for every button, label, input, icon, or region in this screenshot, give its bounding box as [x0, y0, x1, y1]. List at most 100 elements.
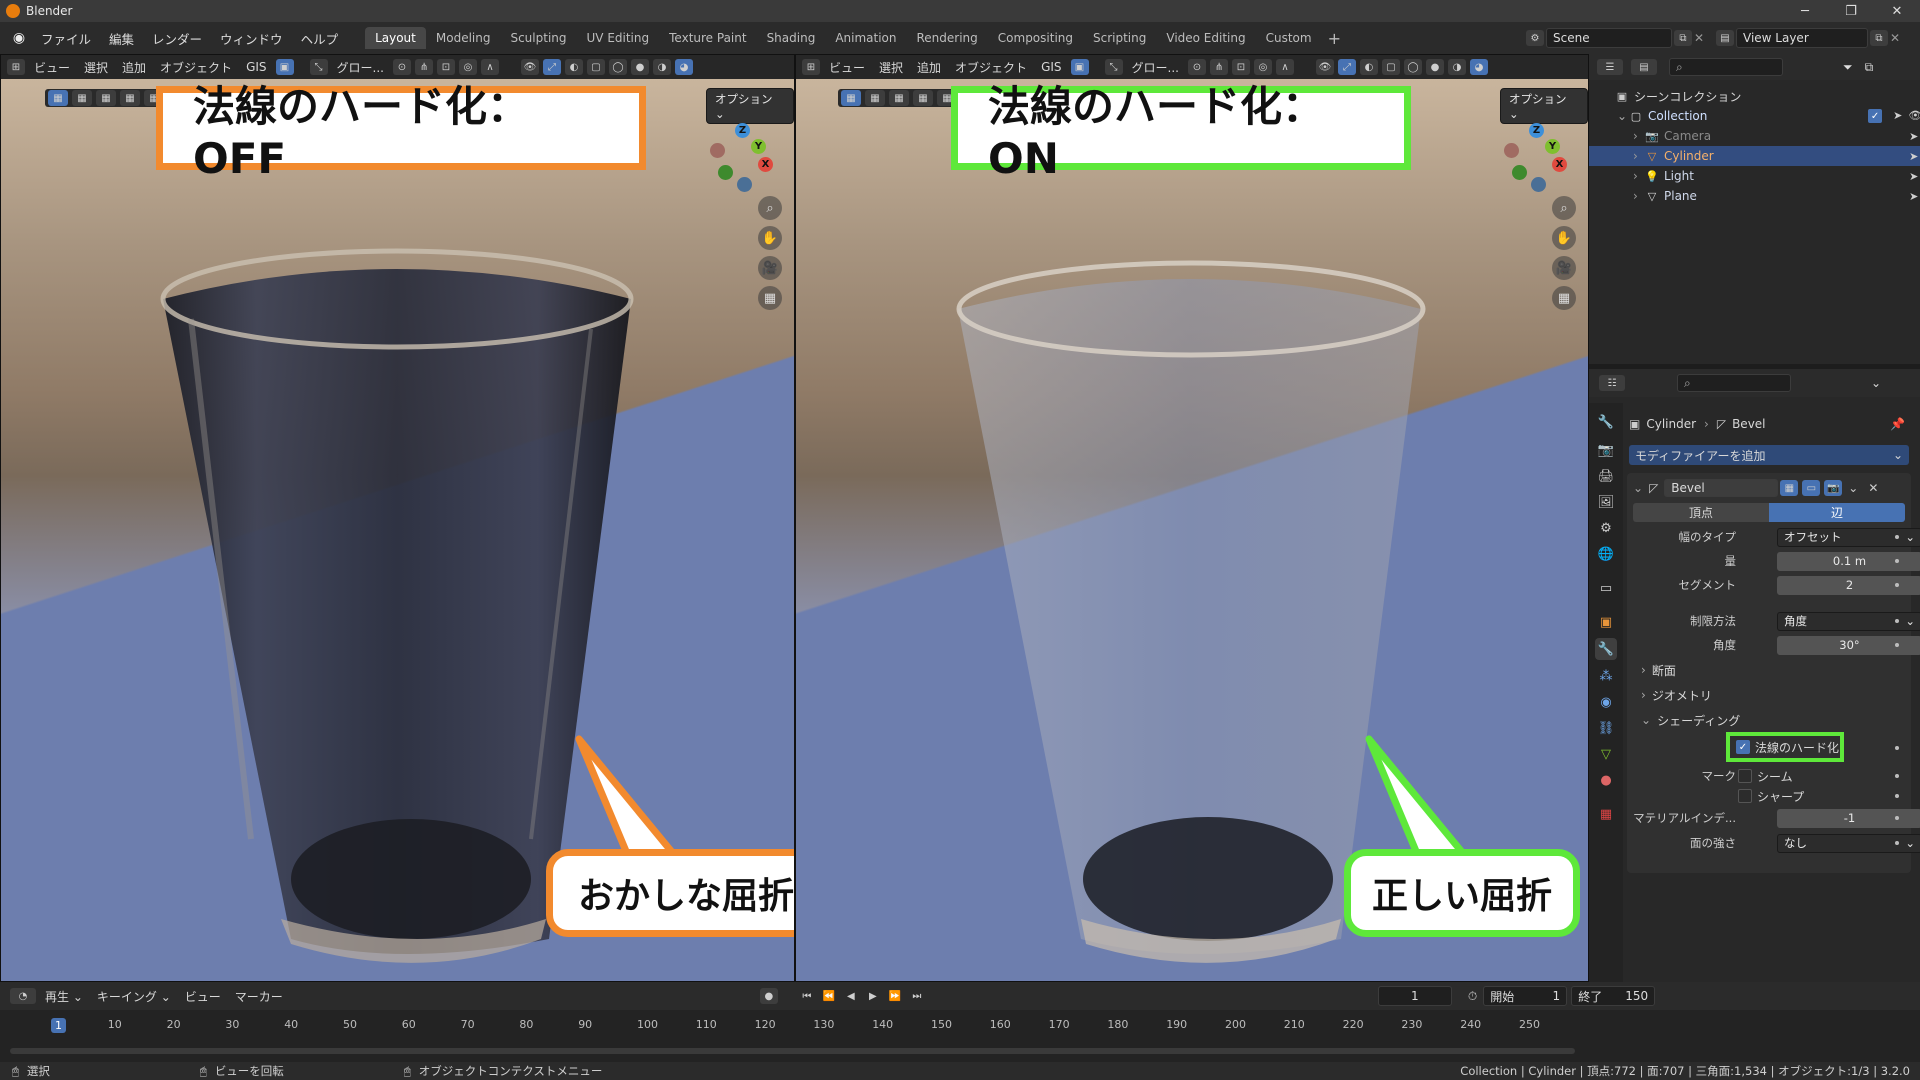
delete-view-layer-icon[interactable]: ✕ [1890, 31, 1904, 45]
menu-add[interactable]: 追加 [910, 59, 948, 76]
collection-tab-icon[interactable]: ▭ [1595, 577, 1617, 599]
keyframe-dot-icon[interactable] [1895, 746, 1899, 750]
tab-workspace[interactable]: Compositing [988, 27, 1083, 49]
delete-scene-icon[interactable]: ✕ [1694, 31, 1708, 45]
outliner-item[interactable]: ›▽ Plane ➤👁📷 [1589, 186, 1920, 206]
close-icon[interactable]: ✕ [1874, 0, 1920, 22]
remove-modifier-icon[interactable]: ✕ [1868, 481, 1878, 495]
xray-icon[interactable]: ▢ [1381, 59, 1400, 75]
keyframe-dot-icon[interactable] [1895, 559, 1899, 563]
select-new-icon[interactable]: ▦ [841, 90, 861, 106]
start-frame-field[interactable]: 開始 1 [1483, 986, 1568, 1006]
shading-wire-icon[interactable]: ◯ [608, 59, 627, 75]
keyframe-dot-icon[interactable] [1895, 643, 1899, 647]
menu-item[interactable]: レンダー [143, 29, 211, 48]
editor-type-icon[interactable]: ⊞ [802, 59, 820, 75]
menu-item[interactable]: ヘルプ [292, 29, 348, 48]
gizmo-neg-x-icon[interactable] [710, 143, 725, 158]
filter-icon[interactable]: ⏷ [1843, 60, 1853, 75]
left-viewport[interactable]: ⊞ ビュー 選択 追加 オブジェクト GIS ▣ ⤡ グロー... ⊙ ⋔ ⊡ … [0, 54, 795, 982]
view-layer-icon[interactable]: ▤ [1716, 30, 1734, 46]
new-collection-icon[interactable]: ⧉ [1865, 60, 1874, 75]
menu-item[interactable]: ウィンドウ [211, 29, 292, 48]
play-reverse-icon[interactable]: ◀ [842, 988, 860, 1004]
modifier-name-field[interactable]: Bevel [1664, 479, 1779, 497]
new-scene-icon[interactable]: ⧉ [1674, 30, 1692, 46]
section-profile[interactable]: › 断面 [1641, 659, 1676, 681]
tool-tab-icon[interactable]: 🔧 [1595, 411, 1617, 433]
next-keyframe-icon[interactable]: ⏩ [886, 988, 904, 1004]
blender-menu-icon[interactable]: ◉ [6, 28, 32, 48]
texture-tab-icon[interactable]: ▦ [1595, 803, 1617, 825]
scene-icon[interactable]: ⚙ [1526, 30, 1544, 46]
play-icon[interactable]: ▶ [864, 988, 882, 1004]
physics-tab-icon[interactable]: ◉ [1595, 691, 1617, 713]
select-new-icon[interactable]: ▦ [48, 90, 68, 106]
select-extend-icon[interactable]: ▦ [865, 90, 885, 106]
outliner-scene-collection[interactable]: ▣ シーンコレクション [1589, 86, 1920, 106]
keyframe-dot-icon[interactable] [1895, 619, 1899, 623]
menu-item[interactable]: 編集 [100, 29, 143, 48]
collection-enable-checkbox[interactable]: ✓ [1868, 109, 1883, 123]
tab-workspace[interactable]: Texture Paint [659, 27, 756, 49]
menu-select[interactable]: 選択 [77, 59, 115, 76]
timeline-menu-view[interactable]: ビュー [178, 988, 228, 1005]
render-tab-icon[interactable]: 📷 [1595, 439, 1617, 461]
timeline-menu-keying[interactable]: キーイング ⌄ [90, 988, 178, 1005]
output-tab-icon[interactable]: 🖨 [1595, 465, 1617, 487]
tab-workspace[interactable]: UV Editing [577, 27, 660, 49]
zoom-icon[interactable]: ⌕ [758, 196, 782, 220]
mark-sharp-checkbox[interactable] [1738, 789, 1752, 803]
keyframe-dot-icon[interactable] [1895, 816, 1899, 820]
material-tab-icon[interactable]: ● [1595, 769, 1617, 791]
render-toggle-icon[interactable]: 📷 [1824, 480, 1843, 496]
view-layer-field[interactable]: View Layer [1736, 28, 1868, 48]
tab-workspace[interactable]: Shading [757, 27, 826, 49]
tab-workspace[interactable]: Layout [365, 27, 426, 49]
navigation-gizmo[interactable]: Z Y X [707, 119, 777, 192]
mark-seam-checkbox-row[interactable]: シーム [1738, 768, 1793, 785]
tab-workspace[interactable]: Modeling [426, 27, 501, 49]
gizmo-z-icon[interactable]: Z [735, 123, 750, 138]
properties-editor-type-icon[interactable]: ☷ [1599, 375, 1625, 391]
shading-material-icon[interactable]: ◑ [652, 59, 671, 75]
tab-vertices[interactable]: 頂点 [1633, 503, 1769, 522]
zoom-icon[interactable]: ⌕ [1552, 196, 1576, 220]
section-shading[interactable]: ⌄ シェーディング [1641, 709, 1740, 731]
shading-wire-icon[interactable]: ◯ [1403, 59, 1422, 75]
current-frame-field[interactable]: 1 [1377, 986, 1452, 1006]
timeline-scrollbar[interactable] [10, 1048, 1575, 1054]
modifier-tab-icon[interactable]: 🔧 [1595, 638, 1617, 660]
timeline-ruler[interactable]: 1 10 20 30 40 50 60 70 80 90 100 110 120 130 140 150 160… [0, 1010, 1590, 1040]
mark-seam-checkbox[interactable] [1738, 769, 1752, 783]
jump-end-icon[interactable]: ⏭ [908, 988, 926, 1004]
tab-workspace[interactable]: Animation [825, 27, 906, 49]
tab-workspace[interactable]: Custom [1256, 27, 1322, 49]
collapse-arrow-icon[interactable]: ⌄ [1617, 109, 1629, 123]
jump-start-icon[interactable]: ⏮ [798, 988, 816, 1004]
gizmo-neg-x-icon[interactable] [1504, 143, 1519, 158]
editor-type-icon[interactable]: ⊞ [7, 59, 25, 75]
outliner-item[interactable]: ›▽ Cylinder ➤👁📷 [1589, 146, 1920, 166]
shading-solid-icon[interactable]: ● [1425, 59, 1444, 75]
display-mode-icon[interactable]: ▤ [1631, 59, 1657, 75]
gizmo-neg-z-icon[interactable] [1531, 177, 1546, 192]
scene-tab-icon[interactable]: ⚙ [1595, 517, 1617, 539]
tab-workspace[interactable]: Sculpting [500, 27, 576, 49]
mark-sharp-checkbox-row[interactable]: シャープ [1738, 788, 1804, 805]
tab-workspace[interactable]: Rendering [907, 27, 988, 49]
select-subtract-icon[interactable]: ▦ [96, 90, 116, 106]
outliner-search-input[interactable]: ⌕ [1669, 58, 1783, 76]
gizmo-y-icon[interactable]: Y [751, 139, 766, 154]
timeline-menu-marker[interactable]: マーカー [228, 988, 290, 1005]
viewport-toggle-icon[interactable]: ▭ [1802, 480, 1821, 496]
camera-view-icon[interactable]: 🎥 [758, 256, 782, 280]
properties-search-input[interactable]: ⌕ [1677, 374, 1791, 392]
tab-edges[interactable]: 辺 [1769, 503, 1905, 522]
menu-gis[interactable]: GIS [239, 60, 273, 74]
selectable-icon[interactable]: ➤ [1909, 170, 1918, 183]
outliner-item[interactable]: ›💡 Light ➤👁📷 [1589, 166, 1920, 186]
select-invert-icon[interactable]: ▦ [913, 90, 933, 106]
shading-material-icon[interactable]: ◑ [1447, 59, 1466, 75]
edit-mode-toggle-icon[interactable]: ▦ [1780, 480, 1799, 496]
